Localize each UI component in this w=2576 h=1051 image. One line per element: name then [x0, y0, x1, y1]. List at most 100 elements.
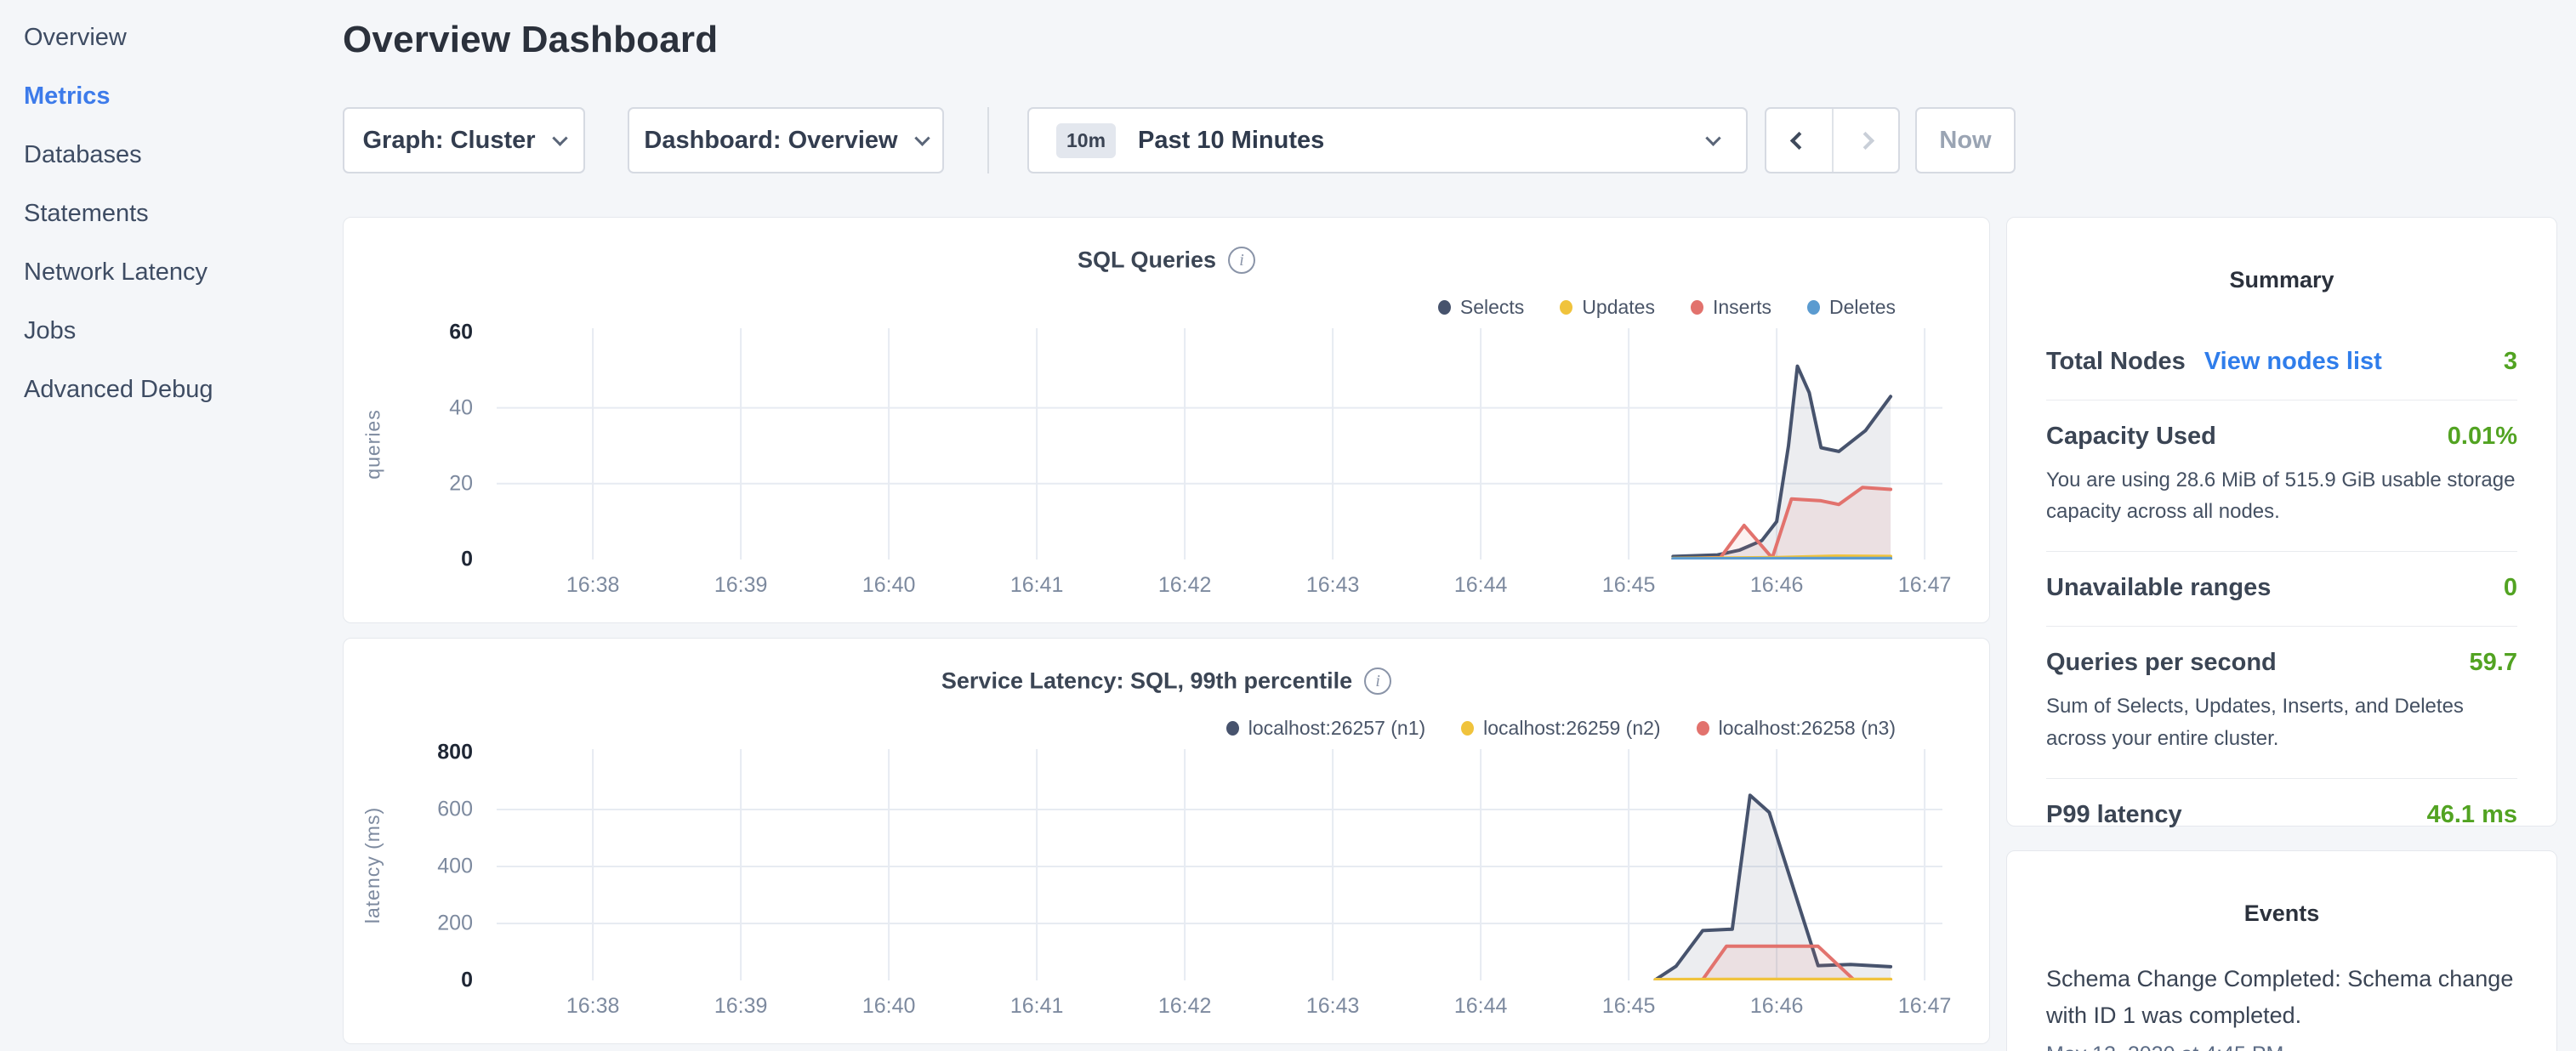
y-tick-label: 40	[395, 395, 473, 420]
dashboard-dropdown-label: Dashboard: Overview	[644, 127, 897, 155]
chevron-left-icon	[1790, 131, 1808, 149]
y-tick-label: 0	[395, 969, 473, 993]
x-axis-ticks: 16:3816:3916:4016:4116:4216:4316:4416:45…	[497, 994, 1942, 1023]
time-range-dropdown[interactable]: 10m Past 10 Minutes	[1027, 107, 1748, 173]
legend-item[interactable]: localhost:26257 (n1)	[1226, 717, 1425, 740]
controls-divider	[987, 107, 989, 173]
legend-item[interactable]: Inserts	[1691, 296, 1771, 319]
legend-dot-icon	[1461, 721, 1474, 736]
summary-row-queries-per-second: Queries per second 59.7 Sum of Selects, …	[2046, 627, 2517, 777]
summary-row-description: Sum of Selects, Updates, Inserts, and De…	[2046, 690, 2517, 753]
chart-legend: Selects Updates Inserts Deletes	[1438, 296, 1896, 319]
legend-dot-icon	[1560, 300, 1572, 315]
summary-row-total-nodes: Total Nodes View nodes list 3	[2046, 326, 2517, 400]
event-timestamp: May 13, 2020 at 4:45 PM	[2046, 1042, 2517, 1051]
summary-row-p99-latency: P99 latency 46.1 ms	[2046, 779, 2517, 853]
legend-label: localhost:26257 (n1)	[1248, 717, 1425, 740]
sidebar-item-jobs[interactable]: Jobs	[24, 302, 343, 361]
legend-label: Updates	[1582, 296, 1655, 319]
summary-row-description: You are using 28.6 MiB of 515.9 GiB usab…	[2046, 464, 2517, 527]
info-icon[interactable]: i	[1364, 668, 1391, 695]
summary-title: Summary	[2046, 218, 2517, 293]
y-tick-label: 600	[395, 798, 473, 822]
sidebar-item-databases[interactable]: Databases	[24, 126, 343, 185]
sidebar-item-statements[interactable]: Statements	[24, 185, 343, 243]
x-tick-label: 16:46	[1750, 994, 1804, 1019]
y-axis-label: latency (ms)	[362, 806, 385, 923]
summary-row-value: 0	[2504, 574, 2517, 602]
x-tick-label: 16:47	[1898, 994, 1952, 1019]
legend-dot-icon	[1697, 721, 1709, 736]
service-latency-chart-card: Service Latency: SQL, 99th percentile i l…	[343, 638, 1990, 1044]
chart-title: Service Latency: SQL, 99th percentile	[941, 668, 1352, 694]
chevron-down-icon	[914, 130, 930, 145]
y-tick-label: 400	[395, 855, 473, 879]
sql-queries-chart-card: SQL Queriesi SelectsUpdatesInsertsDelete…	[343, 217, 1990, 623]
sidebar-item-metrics[interactable]: Metrics	[24, 67, 343, 126]
summary-row-label: Capacity Used	[2046, 423, 2216, 451]
summary-row-label: P99 latency	[2046, 801, 2182, 829]
x-tick-label: 16:43	[1306, 994, 1360, 1019]
legend-label: localhost:26259 (n2)	[1483, 717, 1660, 740]
time-range-label: Past 10 Minutes	[1138, 127, 1324, 155]
summary-panel: Summary Total Nodes View nodes list 3 Ca…	[2006, 217, 2557, 827]
service-latency-plot[interactable]	[497, 749, 1942, 980]
sidebar-item-overview[interactable]: Overview	[24, 9, 343, 67]
summary-row-capacity-used: Capacity Used 0.01% You are using 28.6 M…	[2046, 401, 2517, 551]
overview-dashboard-page: { "sidebar": { "items": [ { "label": "Ov…	[0, 0, 2576, 1051]
x-tick-label: 16:38	[566, 573, 620, 598]
time-step-buttons	[1765, 107, 1900, 173]
y-axis-ticks: 0200400600800	[395, 749, 473, 980]
x-tick-label: 16:47	[1898, 573, 1952, 598]
summary-row-unavailable-ranges: Unavailable ranges 0	[2046, 552, 2517, 626]
y-axis-ticks: 0204060	[395, 328, 473, 560]
x-tick-label: 16:39	[714, 573, 768, 598]
dashboard-dropdown[interactable]: Dashboard: Overview	[628, 107, 944, 173]
summary-row-value: 3	[2504, 348, 2517, 376]
legend-dot-icon	[1807, 300, 1820, 315]
x-tick-label: 16:43	[1306, 573, 1360, 598]
legend-item[interactable]: Deletes	[1807, 296, 1896, 319]
legend-dot-icon	[1226, 721, 1239, 736]
x-tick-label: 16:40	[862, 994, 916, 1019]
now-button[interactable]: Now	[1915, 107, 2016, 173]
x-axis-ticks: 16:38 16:39 16:40 16:41 16:42 16:43 16:44 16:45…	[497, 573, 1942, 602]
legend-item[interactable]: Updates	[1560, 296, 1655, 319]
x-tick-label: 16:45	[1602, 573, 1656, 598]
x-tick-label: 16:45	[1602, 994, 1656, 1019]
x-tick-label: 16:40	[862, 573, 916, 598]
time-step-back-button[interactable]	[1766, 109, 1832, 172]
sidebar-item-network-latency[interactable]: Network Latency	[24, 243, 343, 302]
legend-label: Selects	[1460, 296, 1524, 319]
legend-label: localhost:26258 (n3)	[1719, 717, 1896, 740]
sql-queries-plot[interactable]	[497, 328, 1942, 560]
x-tick-label: 16:41	[1010, 573, 1064, 598]
legend-label: Deletes	[1829, 296, 1896, 319]
graph-dropdown[interactable]: Graph: Cluster	[343, 107, 585, 173]
x-tick-label: 16:44	[1454, 573, 1508, 598]
y-tick-label: 60	[395, 320, 473, 344]
info-icon[interactable]: i	[1228, 247, 1255, 274]
legend-item[interactable]: localhost:26258 (n3)	[1697, 717, 1896, 740]
summary-row-value: 59.7	[2470, 649, 2517, 677]
chevron-right-icon	[1857, 131, 1874, 149]
y-tick-label: 800	[395, 741, 473, 765]
sidebar-item-advanced-debug[interactable]: Advanced Debug	[24, 361, 343, 419]
view-nodes-list-link[interactable]: View nodes list	[2204, 348, 2382, 376]
summary-row-label: Total Nodes	[2046, 348, 2186, 376]
summary-row-label: Unavailable ranges	[2046, 574, 2271, 602]
chart-svg	[497, 749, 1942, 980]
legend-item[interactable]: Selects	[1438, 296, 1524, 319]
chart-legend: localhost:26257 (n1) localhost:26259 (n2)…	[1226, 717, 1896, 740]
x-tick-label: 16:41	[1010, 994, 1064, 1019]
time-step-forward-button[interactable]	[1832, 109, 1899, 172]
chart-svg	[497, 328, 1942, 560]
page-title: Overview Dashboard	[343, 19, 718, 61]
summary-row-value: 0.01%	[2448, 423, 2517, 451]
chevron-down-icon	[1705, 130, 1720, 145]
x-tick-label: 16:42	[1158, 573, 1212, 598]
y-axis-label: queries	[362, 409, 385, 479]
x-tick-label: 16:39	[714, 994, 768, 1019]
event-list-item[interactable]: Schema Change Completed: Schema change w…	[2046, 961, 2517, 1034]
legend-item[interactable]: localhost:26259 (n2)	[1461, 717, 1660, 740]
